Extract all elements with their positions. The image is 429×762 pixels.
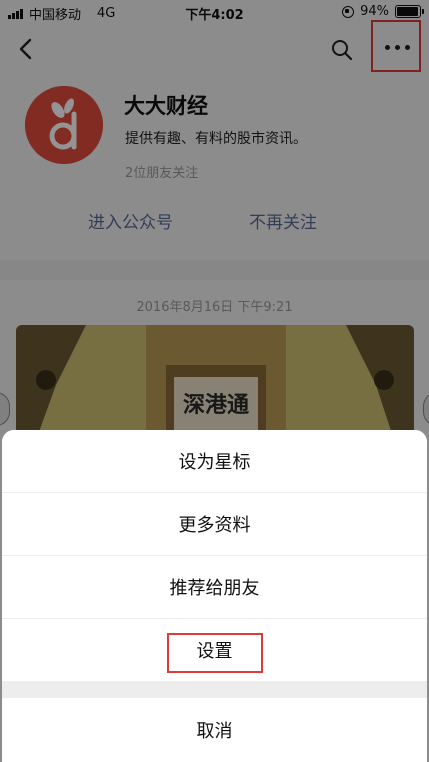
settings-highlight-box	[167, 633, 263, 673]
star-account-option[interactable]: 设为星标	[2, 430, 427, 492]
cancel-button[interactable]: 取消	[2, 698, 427, 762]
action-sheet: 设为星标 更多资料 推荐给朋友 设置 取消	[2, 430, 427, 762]
more-info-option[interactable]: 更多资料	[2, 493, 427, 555]
recommend-to-friend-option[interactable]: 推荐给朋友	[2, 556, 427, 618]
